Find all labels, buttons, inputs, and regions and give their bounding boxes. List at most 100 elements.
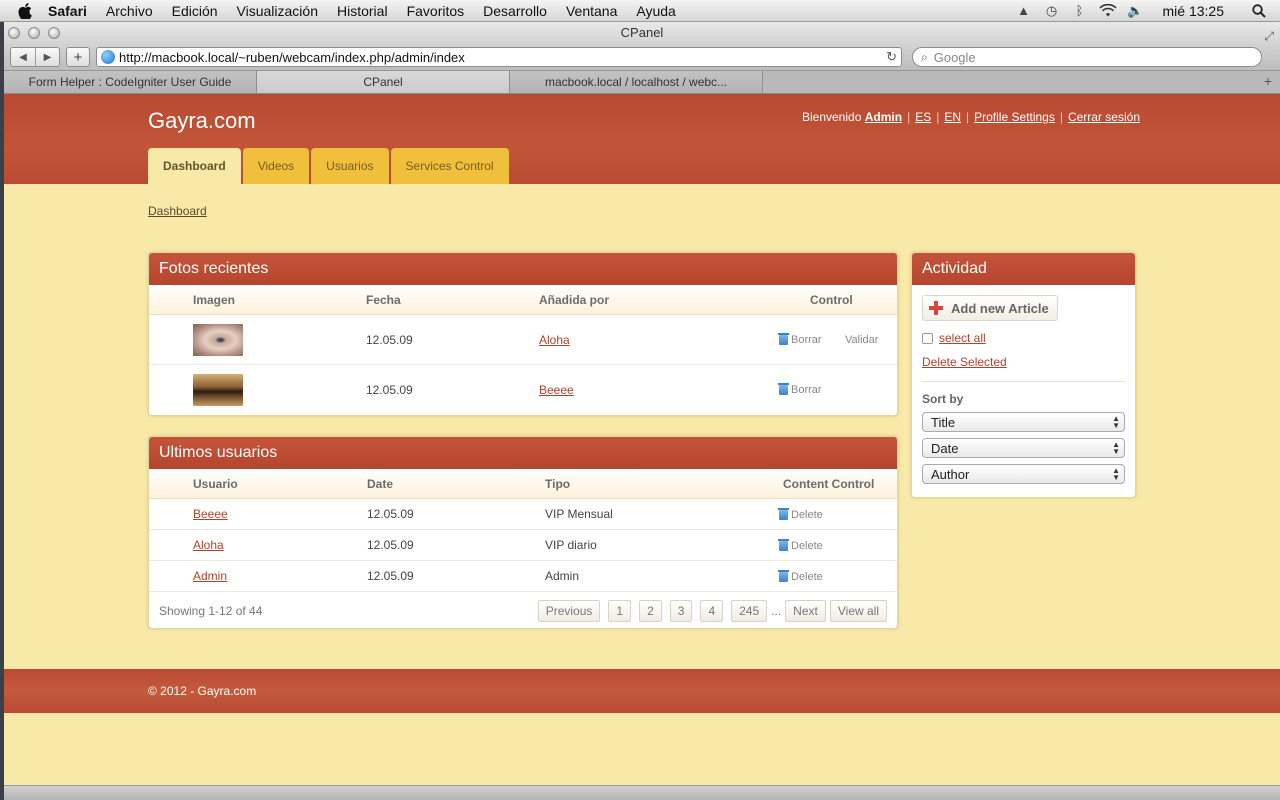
drive-icon[interactable]: ▲	[1013, 3, 1035, 19]
trash-icon	[778, 508, 789, 520]
select-all[interactable]: select all	[922, 331, 1125, 345]
menu-ayuda[interactable]: Ayuda	[636, 3, 675, 19]
fotos-recientes-panel: Fotos recientes Imagen Fecha Añadida por…	[148, 252, 898, 416]
borrar-button[interactable]: Borrar	[778, 383, 822, 396]
time-machine-icon[interactable]: ◷	[1041, 3, 1063, 19]
address-bar[interactable]: http://macbook.local/~ruben/webcam/index…	[96, 47, 902, 67]
user-link[interactable]: Admin	[865, 110, 902, 124]
menu-archivo[interactable]: Archivo	[106, 3, 153, 19]
menu-visualizacion[interactable]: Visualización	[237, 3, 318, 19]
browser-tab-localhost[interactable]: macbook.local / localhost / webc...	[510, 71, 763, 93]
row-type: Admin	[545, 569, 580, 583]
wifi-icon[interactable]	[1097, 3, 1119, 19]
volume-icon[interactable]: 🔈	[1125, 3, 1147, 19]
photo-thumbnail[interactable]	[193, 374, 243, 406]
tab-usuarios[interactable]: Usuarios	[311, 148, 389, 184]
separator: |	[936, 110, 940, 124]
url-text[interactable]: http://macbook.local/~ruben/webcam/index…	[119, 50, 886, 65]
menu-favoritos[interactable]: Favoritos	[407, 3, 465, 19]
spotlight-search-icon[interactable]	[1248, 3, 1270, 19]
menu-historial[interactable]: Historial	[337, 3, 388, 19]
window-titlebar: CPanel ⤢	[4, 22, 1280, 44]
page-1-button[interactable]: 1	[608, 600, 632, 622]
menu-app-safari[interactable]: Safari	[48, 3, 87, 19]
menu-ventana[interactable]: Ventana	[566, 3, 617, 19]
breadcrumb[interactable]: Dashboard	[148, 204, 207, 218]
panel-title: Fotos recientes	[149, 253, 897, 285]
close-window-button[interactable]	[8, 27, 20, 39]
window-controls	[8, 27, 68, 39]
select-arrows-icon: ▲ ▼	[1112, 466, 1120, 482]
pagination: Previous 1 2 3 4 245 ... Next View all	[530, 600, 887, 622]
separator: |	[1059, 110, 1063, 124]
add-icon	[929, 301, 943, 315]
page-bottom	[4, 713, 1280, 783]
zoom-window-button[interactable]	[48, 27, 60, 39]
menu-edicion[interactable]: Edición	[172, 3, 218, 19]
actividad-body: Add new Article select all Delete Select…	[912, 285, 1135, 497]
previous-page-button[interactable]: Previous	[537, 600, 601, 622]
new-tab-icon[interactable]: +	[1264, 73, 1272, 89]
sort-select-author[interactable]: Author ▲ ▼	[922, 464, 1125, 484]
search-input[interactable]: ⌕ Google	[912, 47, 1262, 67]
col-date: Date	[367, 477, 394, 491]
sort-select-title[interactable]: Title ▲ ▼	[922, 412, 1125, 432]
next-page-button[interactable]: Next	[785, 600, 826, 622]
add-button-label: Add new Article	[951, 300, 1049, 316]
user-bar: Bienvenido Admin | ES | EN | Profile Set…	[802, 110, 1140, 124]
page-245-button[interactable]: 245	[731, 600, 768, 622]
delete-button[interactable]: Delete	[778, 539, 823, 552]
delete-selected-link[interactable]: Delete Selected	[922, 355, 1125, 369]
reload-icon[interactable]: ↻	[886, 49, 897, 65]
apple-icon[interactable]	[16, 2, 34, 20]
tab-dashboard[interactable]: Dashboard	[148, 148, 241, 184]
delete-button[interactable]: Delete	[778, 570, 823, 583]
select-arrows-icon: ▲ ▼	[1112, 440, 1120, 456]
ultimos-usuarios-panel: Ultimos usuarios Usuario Date Tipo Conte…	[148, 436, 898, 629]
borrar-button[interactable]: Borrar	[778, 333, 822, 346]
profile-settings-link[interactable]: Profile Settings	[974, 110, 1055, 124]
main-content: Dashboard Fotos recientes Imagen Fecha A…	[4, 184, 1280, 669]
site-brand[interactable]: Gayra.com	[148, 108, 256, 134]
view-all-button[interactable]: View all	[829, 600, 887, 622]
fullscreen-icon[interactable]: ⤢	[1264, 25, 1274, 47]
row-author-link[interactable]: Beeee	[539, 365, 574, 415]
page-4-button[interactable]: 4	[700, 600, 724, 622]
col-usuario: Usuario	[193, 477, 238, 491]
table-header: Imagen Fecha Añadida por Control	[149, 285, 897, 315]
mac-menubar: Safari Archivo Edición Visualización His…	[0, 0, 1280, 22]
lang-en-link[interactable]: EN	[944, 110, 961, 124]
user-link[interactable]: Aloha	[193, 530, 224, 561]
row-author-link[interactable]: Aloha	[539, 315, 570, 365]
nav-buttons: ◀ ▶	[10, 47, 60, 67]
delete-button[interactable]: Delete	[778, 508, 823, 521]
tab-videos[interactable]: Videos	[242, 148, 310, 184]
menu-desarrollo[interactable]: Desarrollo	[483, 3, 547, 19]
page-3-button[interactable]: 3	[669, 600, 693, 622]
col-control: Control	[810, 293, 853, 307]
page-2-button[interactable]: 2	[639, 600, 662, 622]
select-value: Author	[931, 466, 970, 482]
minimize-window-button[interactable]	[28, 27, 40, 39]
browser-tab-cpanel[interactable]: CPanel	[257, 71, 510, 93]
sort-select-date[interactable]: Date ▲ ▼	[922, 438, 1125, 458]
user-link[interactable]: Admin	[193, 561, 227, 592]
user-link[interactable]: Beeee	[193, 499, 228, 530]
select-all-checkbox[interactable]	[922, 332, 933, 344]
menubar-clock[interactable]: mié 13:25	[1163, 3, 1224, 19]
browser-toolbar: ◀ ▶ + http://macbook.local/~ruben/webcam…	[4, 44, 1280, 70]
validar-button[interactable]: Validar	[845, 334, 878, 346]
logout-link[interactable]: Cerrar sesión	[1068, 110, 1140, 124]
forward-icon[interactable]: ▶	[35, 48, 59, 66]
back-icon[interactable]: ◀	[11, 48, 35, 66]
select-all-label[interactable]: select all	[939, 331, 986, 345]
add-bookmark-button[interactable]: +	[66, 47, 90, 67]
trash-icon	[778, 539, 789, 551]
bluetooth-icon[interactable]: ᛒ	[1069, 3, 1091, 19]
photo-thumbnail[interactable]	[193, 324, 243, 356]
lang-es-link[interactable]: ES	[915, 110, 931, 124]
tab-services-control[interactable]: Services Control	[390, 148, 509, 184]
row-date: 12.05.09	[366, 333, 413, 347]
browser-tab-form-helper[interactable]: Form Helper : CodeIgniter User Guide	[4, 71, 257, 93]
add-new-article-button[interactable]: Add new Article	[922, 295, 1058, 321]
